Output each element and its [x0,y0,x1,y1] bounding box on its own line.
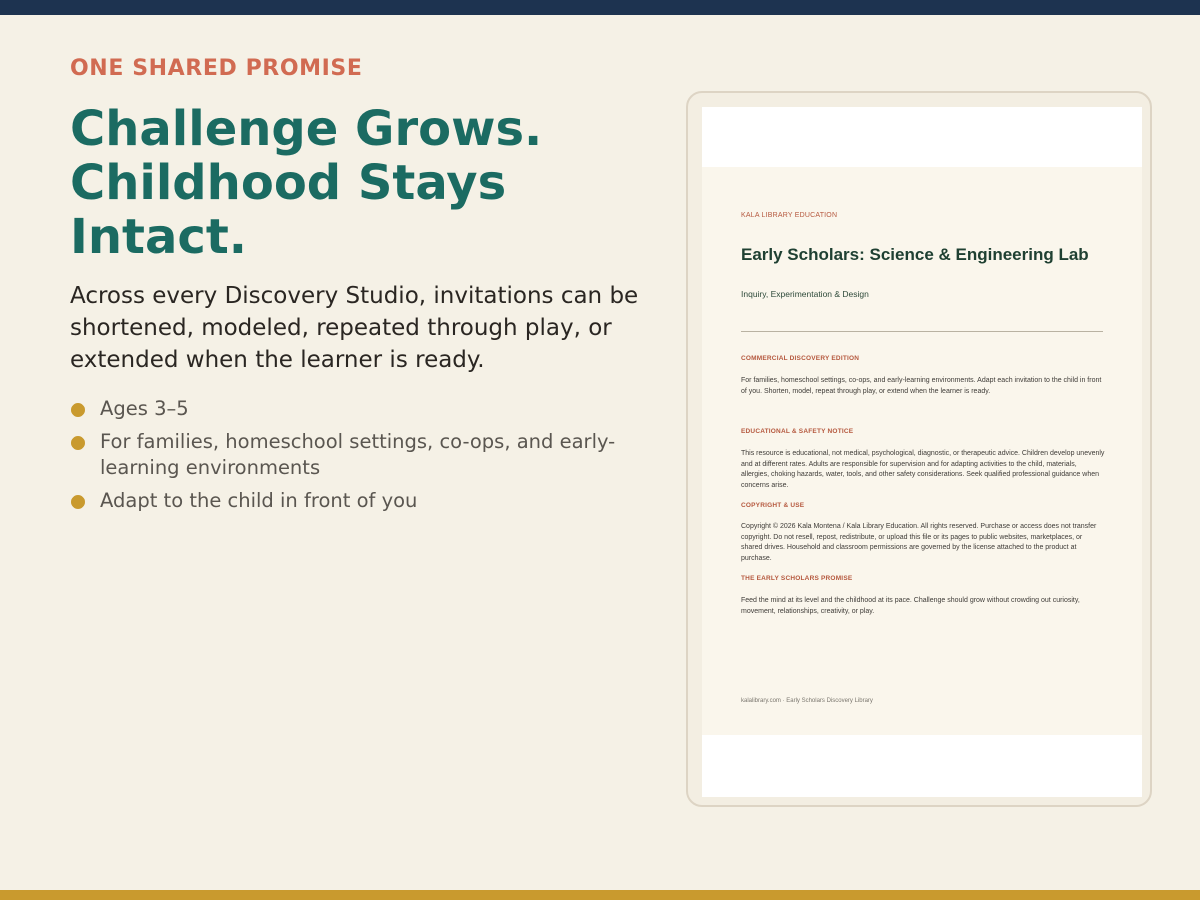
section-heading: THE EARLY SCHOLARS PROMISE [741,575,853,582]
bullet-item: Adapt to the child in front of you [70,488,640,514]
headline-line: Intact. [70,209,247,265]
bullet-text: Adapt to the child in front of you [100,489,418,512]
document-title: Early Scholars: Science & Engineering La… [741,245,1089,264]
lede-paragraph: Across every Discovery Studio, invitatio… [70,283,639,373]
document-page: KALA LIBRARY EDUCATION Early Scholars: S… [702,167,1142,735]
document-divider [741,331,1103,332]
bullet-marker-icon [71,436,85,450]
bullet-text: For families, homeschool settings, co-op… [100,430,616,479]
section-heading: COMMERCIAL DISCOVERY EDITION [741,355,860,362]
document-org-label: KALA LIBRARY EDUCATION [741,212,838,219]
headline-line: Childhood Stays [70,155,507,211]
document-footer: kalalibrary.com · Early Scholars Discove… [741,698,873,704]
section-body: For families, homeschool settings, co-op… [741,377,1102,395]
bullet-text: Ages 3–5 [100,397,189,420]
bullet-item: For families, homeschool settings, co-op… [70,429,640,481]
section-heading: EDUCATIONAL & SAFETY NOTICE [741,428,854,435]
bullet-item: Ages 3–5 [70,396,640,422]
headline-line: Challenge Grows. [70,101,543,157]
bottom-accent-bar [0,890,1200,900]
bullet-list: Ages 3–5 For families, homeschool settin… [70,396,640,514]
eyebrow-label: ONE SHARED PROMISE [70,56,363,81]
section-body: Feed the mind at its level and the child… [741,597,1080,615]
bullet-marker-icon [71,403,85,417]
document-subtitle: Inquiry, Experimentation & Design [741,289,869,299]
slide-headline: Challenge Grows. Childhood Stays Intact. [70,102,640,264]
section-body: This resource is educational, not medica… [741,450,1105,489]
bullet-marker-icon [71,495,85,509]
section-body: Copyright © 2026 Kala Montena / Kala Lib… [741,523,1097,562]
tablet-screen: KALA LIBRARY EDUCATION Early Scholars: S… [702,107,1142,797]
tablet-mockup: KALA LIBRARY EDUCATION Early Scholars: S… [686,91,1152,807]
slide-text-column: ONE SHARED PROMISE Challenge Grows. Chil… [70,55,640,521]
section-heading: COPYRIGHT & USE [741,502,805,509]
top-accent-bar [0,0,1200,15]
